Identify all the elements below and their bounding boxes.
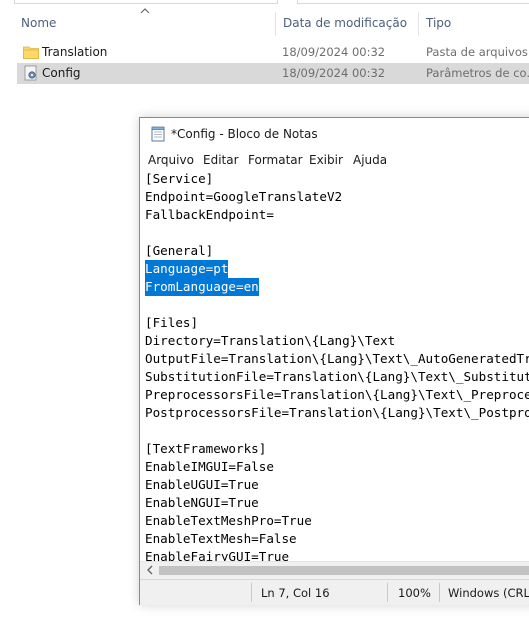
column-header-type[interactable]: Tipo (426, 16, 451, 30)
text-line[interactable]: EnableFairyGUI=True (145, 548, 289, 562)
status-divider (387, 583, 388, 602)
text-line[interactable]: OutputFile=Translation\{Lang}\Text\_Auto… (145, 350, 529, 368)
menu-editar[interactable]: Editar (203, 153, 239, 167)
column-divider[interactable] (418, 12, 419, 36)
notepad-window[interactable]: *Config - Bloco de Notas Arquivo Editar … (139, 117, 529, 605)
text-line[interactable]: PreprocessorsFile=Translation\{Lang}\Tex… (145, 386, 529, 404)
menu-bar: Arquivo Editar Formatar Exibir Ajuda (140, 150, 529, 170)
column-header-name[interactable]: Nome (21, 16, 56, 30)
text-line[interactable]: Directory=Translation\{Lang}\Text (145, 332, 395, 350)
status-bar: Ln 7, Col 16 100% Windows (CRLF) (140, 579, 529, 605)
text-line[interactable]: [Files] (145, 314, 198, 332)
notepad-icon[interactable] (150, 126, 166, 142)
status-divider (251, 583, 252, 602)
folder-icon (23, 46, 39, 59)
text-editor[interactable]: [Service] Endpoint=GoogleTranslateV2 Fallb… (140, 170, 529, 562)
scrollbar-thumb[interactable] (159, 566, 529, 575)
file-date: 18/09/2024 00:32 (282, 45, 386, 59)
column-header-row: Nome Data de modificação Tipo (0, 8, 529, 38)
cursor-position: Ln 7, Col 16 (261, 586, 330, 600)
sort-ascending-icon[interactable] (140, 6, 150, 16)
line-ending-encoding: Windows (CRLF) (448, 586, 529, 600)
column-divider[interactable] (275, 12, 276, 36)
text-line[interactable]: [Service] (145, 170, 213, 188)
text-line[interactable]: [TextFrameworks] (145, 440, 266, 458)
zoom-level: 100% (398, 586, 431, 600)
text-line[interactable]: [General] (145, 242, 213, 260)
file-type: Parâmetros de co... (426, 66, 529, 80)
text-line[interactable]: EnableTextMesh=False (145, 530, 297, 548)
text-line[interactable]: Language=pt (145, 260, 229, 278)
settings-file-icon (24, 65, 37, 81)
notepad-title-bar[interactable]: *Config - Bloco de Notas (140, 118, 529, 150)
text-line[interactable]: FromLanguage=en (145, 278, 259, 296)
text-line[interactable]: EnableIMGUI=False (145, 458, 274, 476)
menu-ajuda[interactable]: Ajuda (353, 153, 387, 167)
text-line[interactable]: EnableNGUI=True (145, 494, 259, 512)
menu-formatar[interactable]: Formatar (248, 153, 303, 167)
file-name: Translation (42, 45, 108, 59)
toolbar-box-left (14, 0, 278, 4)
toolbar-box-right (297, 0, 529, 4)
file-row-translation[interactable]: Translation 18/09/2024 00:32 Pasta de ar… (17, 42, 529, 63)
text-line[interactable]: SubstitutionFile=Translation\{Lang}\Text… (145, 368, 529, 386)
column-header-date[interactable]: Data de modificação (283, 16, 407, 30)
status-divider (439, 583, 440, 602)
text-line[interactable]: FallbackEndpoint= (145, 206, 274, 224)
file-name: Config (42, 66, 81, 80)
file-row-config[interactable]: Config 18/09/2024 00:32 Parâmetros de co… (17, 63, 529, 84)
text-line[interactable]: EnableTextMeshPro=True (145, 512, 312, 530)
scroll-left-icon[interactable] (145, 565, 155, 575)
menu-exibir[interactable]: Exibir (309, 153, 343, 167)
horizontal-scrollbar[interactable] (140, 561, 529, 579)
text-line[interactable]: Endpoint=GoogleTranslateV2 (145, 188, 342, 206)
window-title: *Config - Bloco de Notas (171, 127, 318, 141)
text-line[interactable]: PostprocessorsFile=Translation\{Lang}\Te… (145, 404, 529, 422)
file-type: Pasta de arquivos (426, 45, 528, 59)
menu-arquivo[interactable]: Arquivo (148, 153, 194, 167)
text-line[interactable]: EnableUGUI=True (145, 476, 259, 494)
file-date: 18/09/2024 00:32 (282, 66, 386, 80)
